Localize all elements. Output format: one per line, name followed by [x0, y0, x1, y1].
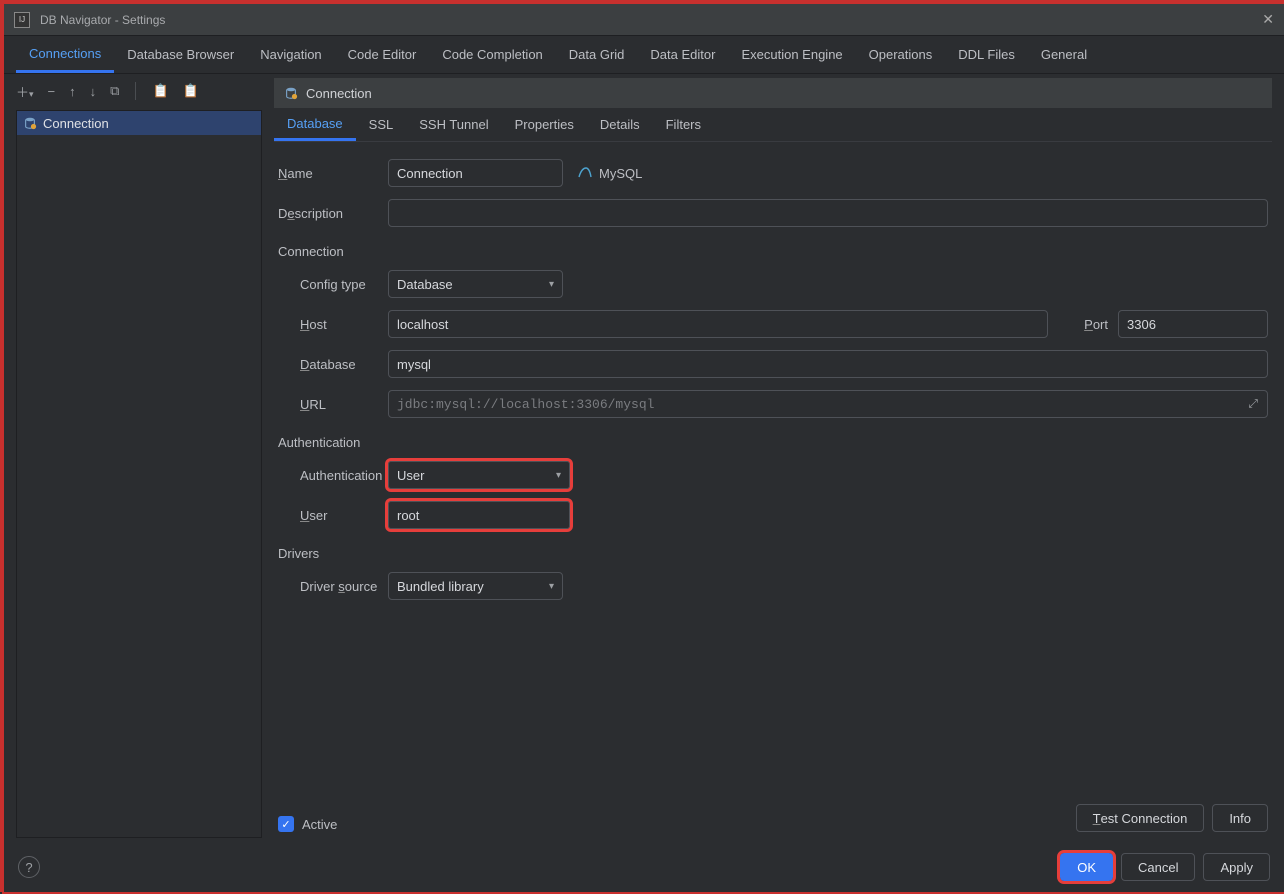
window-title: DB Navigator - Settings	[40, 13, 165, 27]
section-authentication: Authentication	[278, 435, 1268, 450]
authentication-select[interactable]: User▾	[388, 461, 570, 489]
section-connection: Connection	[278, 244, 1268, 259]
info-button[interactable]: Info	[1212, 804, 1268, 832]
db-icon	[23, 116, 37, 130]
tab-data-editor[interactable]: Data Editor	[637, 36, 728, 73]
app-icon: IJ	[14, 12, 30, 28]
driver-source-label: Driver source	[278, 579, 388, 594]
titlebar: IJ DB Navigator - Settings ✕	[4, 4, 1284, 36]
port-input[interactable]	[1118, 310, 1268, 338]
tab-general[interactable]: General	[1028, 36, 1100, 73]
paste-enabled-icon[interactable]: 📋	[152, 83, 168, 99]
ok-button[interactable]: OK	[1060, 853, 1113, 881]
cancel-button[interactable]: Cancel	[1121, 853, 1195, 881]
tab-operations[interactable]: Operations	[856, 36, 946, 73]
test-connection-button[interactable]: Test Connection	[1076, 804, 1205, 832]
section-drivers: Drivers	[278, 546, 1268, 561]
description-input[interactable]	[388, 199, 1268, 227]
connection-tree-label: Connection	[43, 116, 109, 131]
tab-code-completion[interactable]: Code Completion	[429, 36, 555, 73]
sub-tab-row: Database SSL SSH Tunnel Properties Detai…	[274, 108, 1272, 142]
panel-title: Connection	[306, 86, 372, 101]
driver-source-select[interactable]: Bundled library▾	[388, 572, 563, 600]
connections-tree[interactable]: Connection	[16, 110, 262, 838]
subtab-ssl[interactable]: SSL	[356, 108, 407, 141]
active-checkbox[interactable]: ✓	[278, 816, 294, 832]
chevron-down-icon: ▾	[556, 470, 561, 481]
database-form: Name MySQL Description Connection Config…	[274, 142, 1272, 609]
user-label: User	[278, 508, 388, 523]
authentication-label: Authentication	[278, 468, 388, 483]
left-pane: ＋▾ − ↑ ↓ ⧉ 📋 📋 Connection	[4, 74, 266, 842]
remove-icon[interactable]: −	[48, 84, 56, 99]
move-down-icon[interactable]: ↓	[90, 84, 97, 99]
db-type-badge: MySQL	[577, 165, 642, 181]
host-label: Host	[278, 317, 388, 332]
active-label: Active	[302, 817, 337, 832]
paste-disabled-icon: 📋	[183, 83, 199, 99]
expand-icon[interactable]: ⤢	[1248, 397, 1258, 412]
description-label: Description	[278, 206, 388, 221]
add-icon[interactable]: ＋▾	[16, 82, 34, 101]
subtab-filters[interactable]: Filters	[653, 108, 714, 141]
user-input[interactable]	[388, 501, 570, 529]
database-input[interactable]	[388, 350, 1268, 378]
tab-data-grid[interactable]: Data Grid	[556, 36, 638, 73]
move-up-icon[interactable]: ↑	[69, 84, 76, 99]
main-tab-row: Connections Database Browser Navigation …	[4, 36, 1284, 74]
tab-ddl-files[interactable]: DDL Files	[945, 36, 1028, 73]
config-type-label: Config type	[278, 277, 388, 292]
name-input[interactable]	[388, 159, 563, 187]
subtab-ssh-tunnel[interactable]: SSH Tunnel	[406, 108, 501, 141]
config-type-select[interactable]: Database▾	[388, 270, 563, 298]
db-icon	[284, 86, 298, 100]
connection-tree-item[interactable]: Connection	[17, 111, 261, 135]
chevron-down-icon: ▾	[549, 279, 554, 290]
tab-execution-engine[interactable]: Execution Engine	[728, 36, 855, 73]
mysql-icon	[577, 165, 593, 181]
subtab-properties[interactable]: Properties	[502, 108, 587, 141]
database-label: Database	[278, 357, 388, 372]
tab-database-browser[interactable]: Database Browser	[114, 36, 247, 73]
tab-code-editor[interactable]: Code Editor	[335, 36, 430, 73]
subtab-database[interactable]: Database	[274, 108, 356, 141]
chevron-down-icon: ▾	[549, 581, 554, 592]
right-pane: Connection Database SSL SSH Tunnel Prope…	[266, 74, 1284, 842]
apply-button[interactable]: Apply	[1203, 853, 1270, 881]
close-icon[interactable]: ✕	[1262, 11, 1274, 28]
copy-icon[interactable]: ⧉	[110, 83, 119, 99]
subtab-details[interactable]: Details	[587, 108, 653, 141]
name-label: Name	[278, 166, 388, 181]
host-input[interactable]	[388, 310, 1048, 338]
url-label: URL	[278, 397, 388, 412]
tab-connections[interactable]: Connections	[16, 36, 114, 73]
url-input[interactable]	[388, 390, 1268, 418]
connections-toolbar: ＋▾ − ↑ ↓ ⧉ 📋 📋	[4, 74, 266, 108]
help-icon[interactable]: ?	[18, 856, 40, 878]
panel-header: Connection	[274, 78, 1272, 108]
bottom-bar: ? OK Cancel Apply	[4, 842, 1284, 892]
tab-navigation[interactable]: Navigation	[247, 36, 334, 73]
port-label: Port	[1062, 317, 1108, 332]
